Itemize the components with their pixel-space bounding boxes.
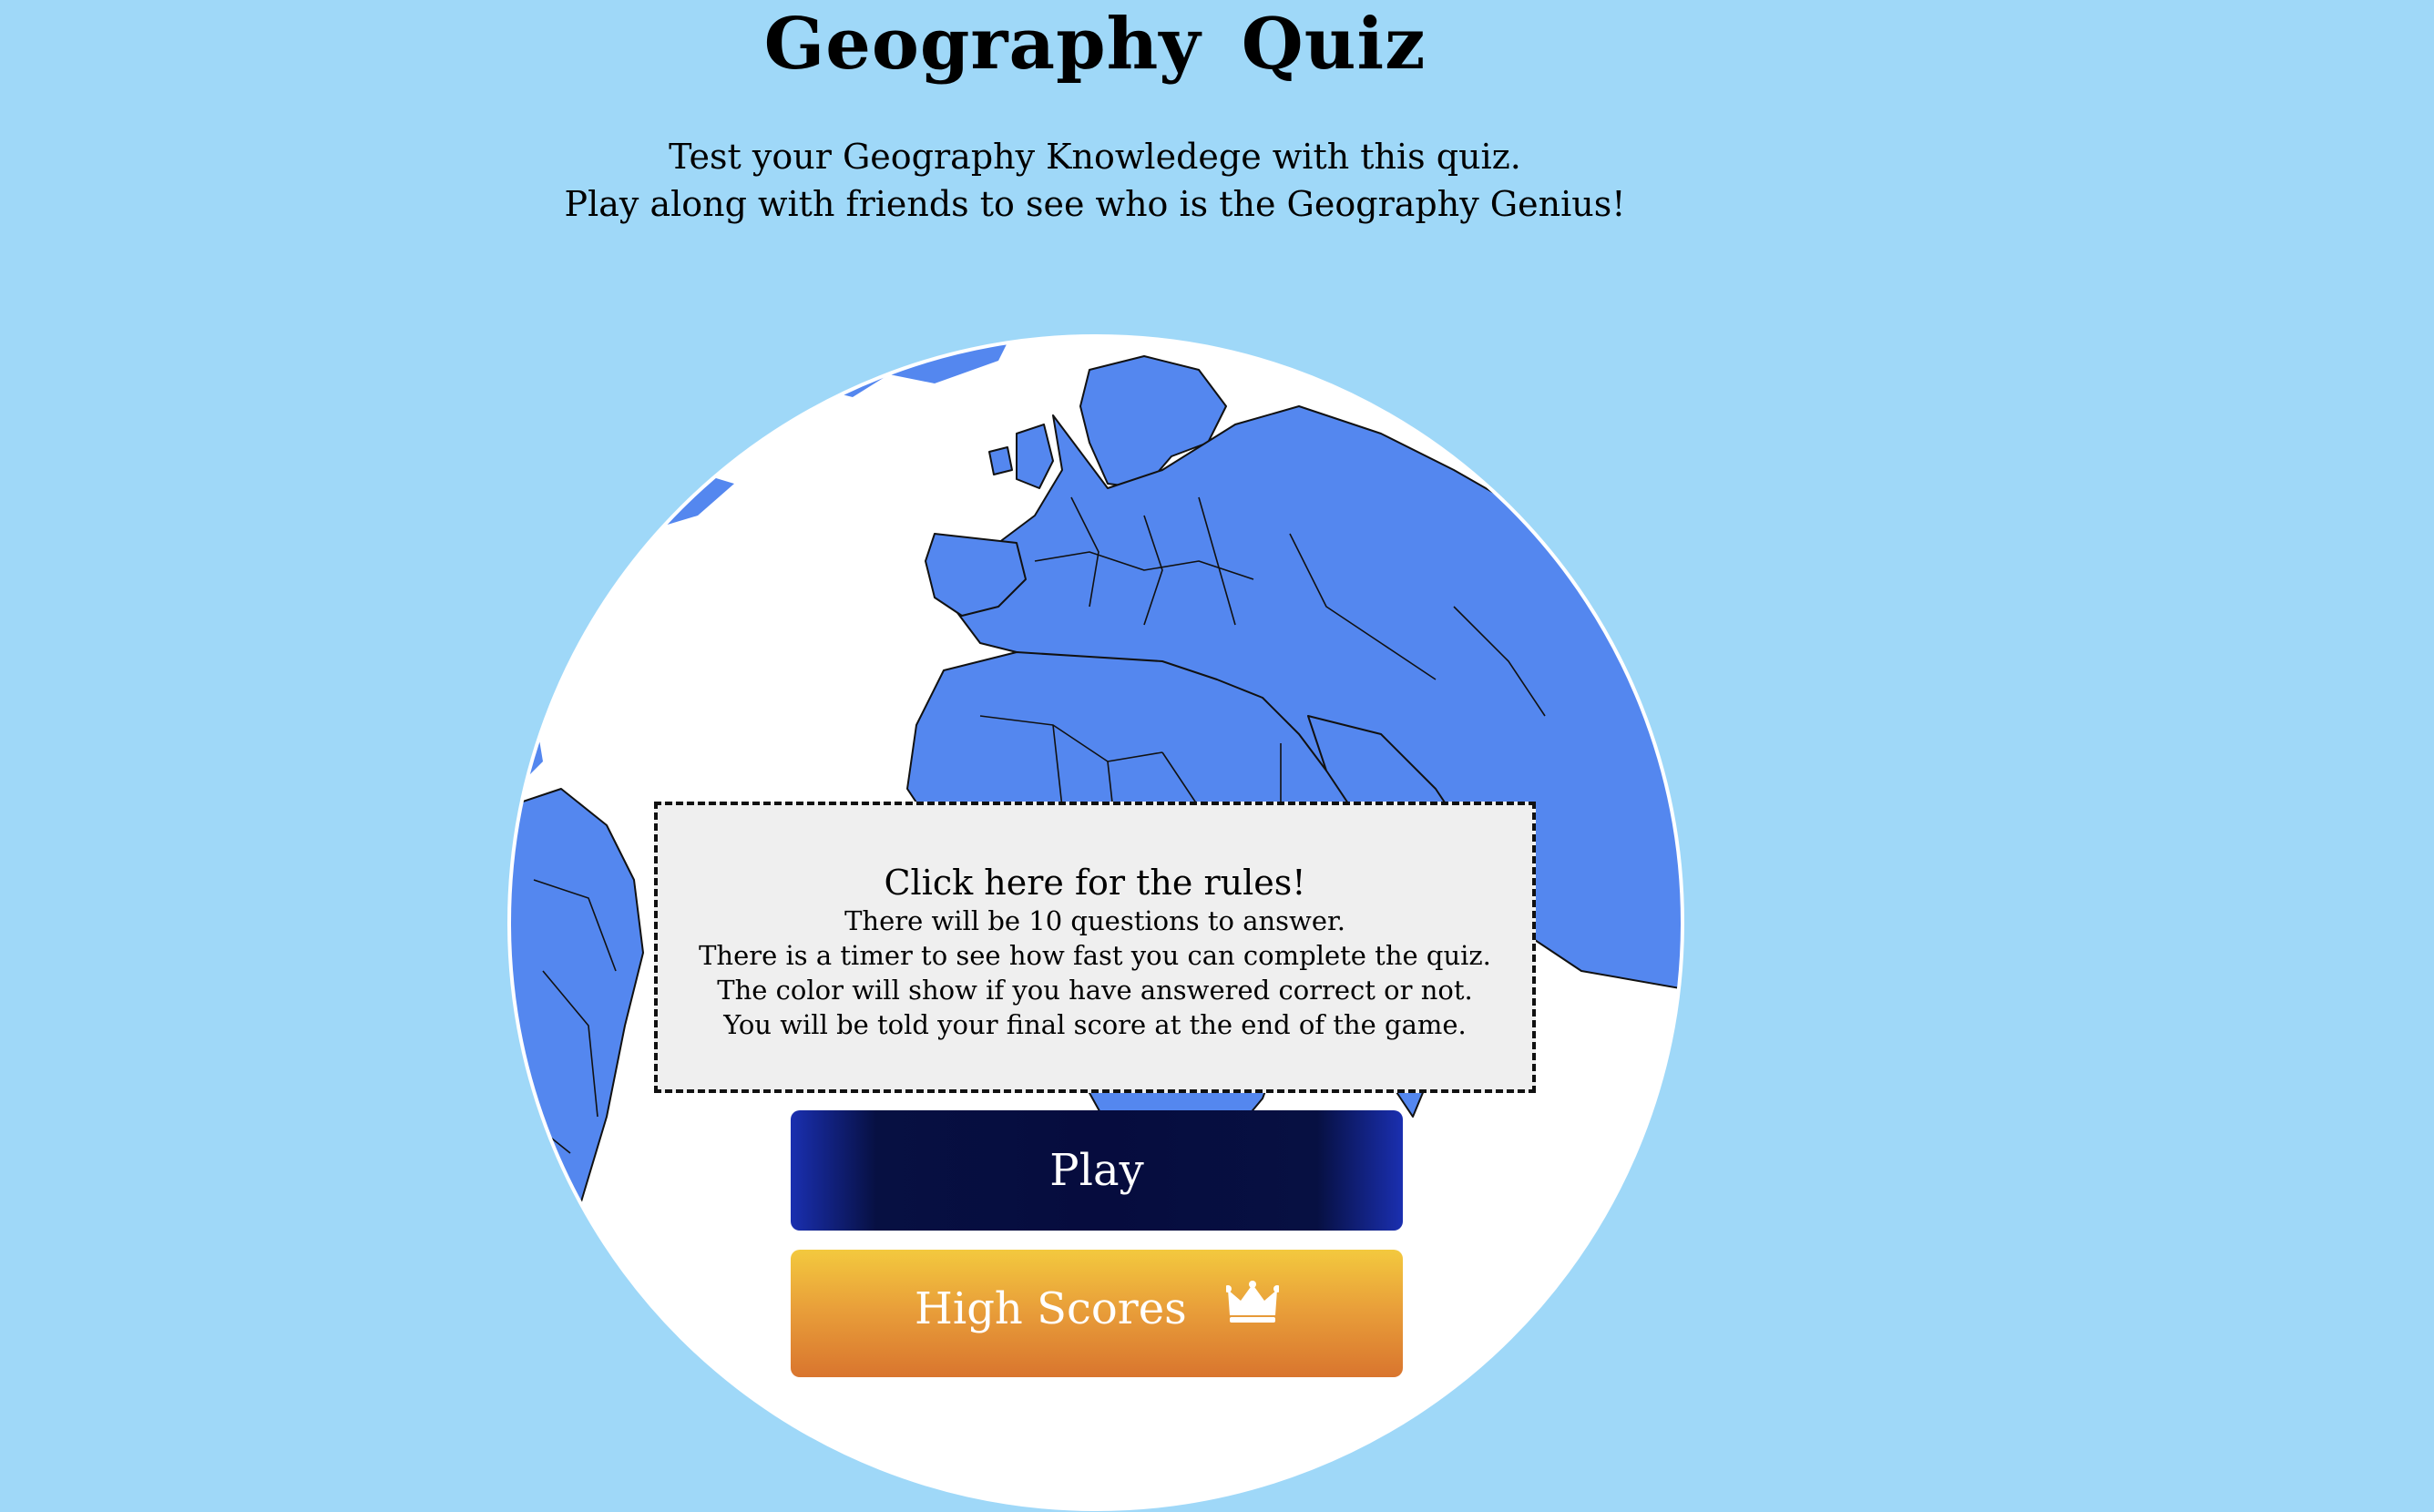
page-title: Geography Quiz — [763, 3, 1427, 86]
crown-icon — [1224, 1249, 1282, 1367]
play-button[interactable]: Play — [791, 1110, 1403, 1231]
play-button-label: Play — [1049, 1145, 1144, 1196]
rules-line: You will be told your final score at the… — [723, 1009, 1467, 1040]
rules-line: The color will show if you have answered… — [717, 975, 1473, 1006]
intro-line-2: Play along with friends to see who is th… — [564, 184, 1626, 224]
high-scores-button-label: High Scores — [914, 1283, 1187, 1334]
high-scores-button[interactable]: High Scores — [791, 1250, 1403, 1377]
intro-line-1: Test your Geography Knowledege with this… — [669, 137, 1521, 177]
rules-line: There will be 10 questions to answer. — [844, 905, 1345, 936]
intro-text: Test your Geography Knowledege with this… — [0, 133, 2190, 228]
rules-line: There is a timer to see how fast you can… — [699, 940, 1491, 971]
rules-panel[interactable]: Click here for the rules! There will be … — [654, 802, 1536, 1093]
rules-heading[interactable]: Click here for the rules! — [658, 862, 1532, 904]
